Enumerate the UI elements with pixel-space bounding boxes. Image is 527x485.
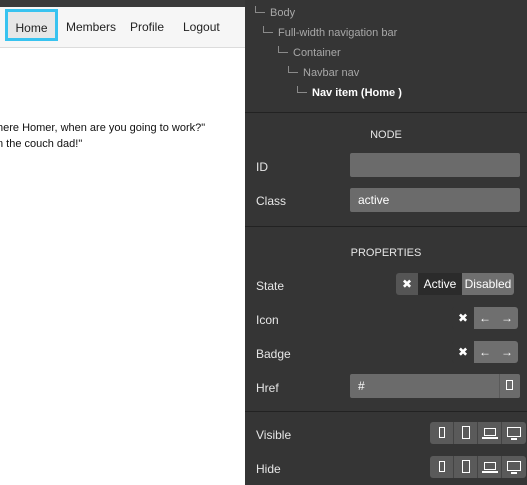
href-field[interactable]: # (350, 374, 520, 398)
icon-controls: ✖ ← → (452, 307, 518, 329)
icon-prev-arrow-icon[interactable]: ← (474, 307, 496, 329)
href-label: Href (256, 381, 279, 395)
hide-device-toggles (430, 456, 526, 478)
icon-label: Icon (256, 313, 279, 327)
tree-connector-icon (263, 26, 273, 33)
state-active-option[interactable]: Active (418, 273, 462, 295)
nav-item-members[interactable]: Members (66, 7, 116, 47)
tree-connector-icon (288, 66, 298, 73)
laptop-icon[interactable] (478, 422, 502, 444)
state-label: State (256, 279, 285, 293)
visible-device-toggles (430, 422, 526, 444)
tree-item-navbar-nav[interactable]: Navbar nav (288, 64, 359, 82)
class-field[interactable]: active (350, 188, 520, 212)
properties-section-title: PROPERTIES (350, 247, 422, 259)
nav-item-logout[interactable]: Logout (183, 7, 220, 47)
inspector-panel: Body Full-width navigation bar Container… (245, 0, 527, 485)
icon-next-arrow-icon[interactable]: → (496, 307, 518, 329)
tree-item-container[interactable]: Container (278, 44, 341, 62)
tree-item-label: Full-width navigation bar (278, 27, 398, 39)
phone-icon[interactable] (430, 422, 454, 444)
id-label: ID (256, 160, 268, 174)
node-section-title: NODE (370, 129, 402, 141)
state-clear-icon[interactable]: ✖ (396, 273, 418, 295)
tree-item-label: Nav item (Home ) (312, 87, 402, 99)
tablet-icon[interactable] (454, 456, 478, 478)
divider (245, 112, 527, 113)
tree-connector-icon (255, 6, 265, 13)
tree-item-label: Navbar nav (303, 67, 360, 79)
tree-item-fullwidth-navbar[interactable]: Full-width navigation bar (263, 24, 397, 42)
phone-icon[interactable] (430, 456, 454, 478)
divider (245, 226, 527, 227)
href-value: # (358, 379, 365, 393)
badge-next-arrow-icon[interactable]: → (496, 341, 518, 363)
desktop-icon[interactable] (502, 422, 526, 444)
divider (245, 411, 527, 412)
tree-connector-icon (297, 86, 307, 93)
nav-item-home[interactable]: Home (5, 9, 58, 41)
hide-label: Hide (256, 462, 281, 476)
laptop-icon[interactable] (478, 456, 502, 478)
tree-item-nav-item-selected[interactable]: Nav item (Home ) (297, 84, 402, 102)
state-disabled-option[interactable]: Disabled (462, 273, 514, 295)
state-segmented-control: ✖ Active Disabled (396, 273, 514, 295)
page-preview: Home Members Profile Logout here Homer, … (0, 0, 245, 485)
quote-line-2: n the couch dad!" (0, 138, 83, 150)
preview-top-strip (0, 0, 245, 7)
id-field[interactable] (350, 153, 520, 177)
tree-item-body[interactable]: Body (255, 4, 295, 22)
navigation-bar: Home Members Profile Logout (0, 7, 245, 48)
tablet-icon[interactable] (454, 422, 478, 444)
desktop-icon[interactable] (502, 456, 526, 478)
badge-prev-arrow-icon[interactable]: ← (474, 341, 496, 363)
tree-connector-icon (278, 46, 288, 53)
tree-item-label: Body (270, 7, 296, 19)
class-label: Class (256, 194, 287, 208)
tree-item-label: Container (293, 47, 341, 59)
file-browse-icon[interactable] (499, 374, 520, 398)
badge-label: Badge (256, 347, 291, 361)
visible-label: Visible (256, 428, 292, 442)
quote-line-1: here Homer, when are you going to work?" (0, 122, 206, 134)
nav-item-profile[interactable]: Profile (130, 7, 164, 47)
icon-clear-icon[interactable]: ✖ (452, 307, 474, 329)
badge-controls: ✖ ← → (452, 341, 518, 363)
badge-clear-icon[interactable]: ✖ (452, 341, 474, 363)
